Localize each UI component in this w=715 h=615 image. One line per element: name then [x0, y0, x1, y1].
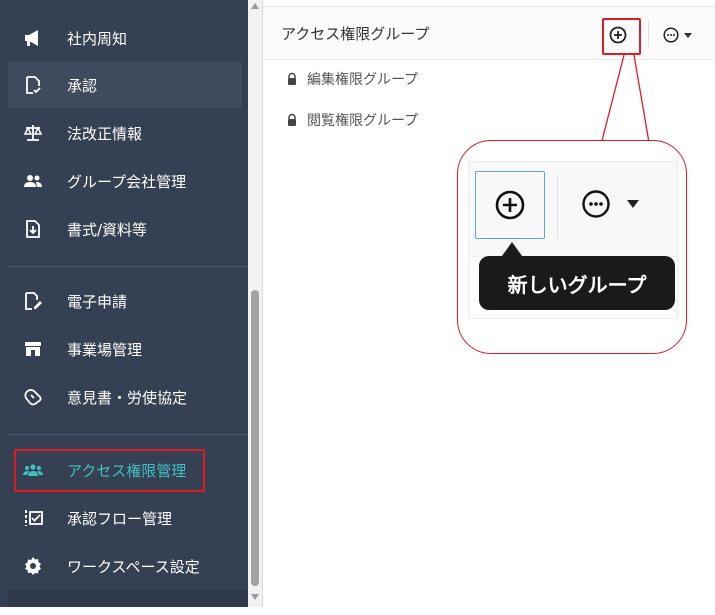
panel-header: アクセス権限グループ: [263, 6, 715, 60]
access-users-icon: [21, 458, 45, 482]
scroll-up-arrow-icon[interactable]: [251, 3, 259, 9]
sidebar-footer: [8, 590, 248, 607]
group-item-label: 編集権限グループ: [307, 72, 419, 88]
plus-circle-icon: [495, 190, 525, 220]
group-item-edit[interactable]: 編集権限グループ: [285, 68, 418, 90]
sidebar-item-workplace[interactable]: 事業場管理: [8, 326, 242, 372]
zoom-add-group-button[interactable]: [475, 171, 545, 239]
sidebar-item-label: 承認フロー管理: [67, 509, 173, 528]
group-item-view[interactable]: 閲覧権限グループ: [285, 109, 418, 131]
more-circle-icon: [663, 27, 679, 43]
sidebar-item-label: 意見書・労使協定: [67, 388, 188, 407]
flow-checklist-icon: [21, 506, 45, 530]
sidebar-item-label: 社内周知: [67, 29, 128, 48]
scrollbar-thumb[interactable]: [251, 290, 259, 586]
sidebar-scrollbar[interactable]: [248, 0, 262, 607]
toolbar-separator: [557, 176, 558, 238]
tooltip-arrow: [502, 242, 522, 256]
sidebar-item-label: 承認: [67, 76, 98, 95]
sidebar-item-access-permissions[interactable]: アクセス権限管理: [8, 447, 242, 493]
sidebar-item-label: ワークスペース設定: [67, 557, 200, 576]
group-users-icon: [21, 169, 45, 193]
sidebar-item-label: 電子申請: [67, 292, 128, 311]
add-group-button[interactable]: [604, 21, 632, 49]
group-item-label: 閲覧権限グループ: [307, 113, 419, 129]
zoom-more-options-button[interactable]: [581, 182, 671, 226]
more-circle-icon: [582, 190, 610, 218]
sidebar-item-label: 法改正情報: [67, 124, 143, 143]
sidebar-item-label: 事業場管理: [67, 340, 143, 359]
sidebar-item-notices[interactable]: 社内周知: [8, 15, 242, 61]
handshake-icon: [21, 385, 45, 409]
toolbar-separator: [648, 21, 649, 47]
scroll-down-arrow-icon[interactable]: [251, 594, 259, 600]
lock-icon: [288, 72, 296, 85]
sidebar-item-workspace-settings[interactable]: ワークスペース設定: [8, 543, 242, 589]
sidebar-divider: [8, 434, 248, 435]
new-group-tooltip: 新しいグループ: [479, 256, 675, 310]
chevron-down-icon: [684, 32, 692, 38]
approval-document-icon: [21, 73, 45, 97]
lock-icon: [288, 113, 296, 126]
sidebar-item-forms[interactable]: 書式/資料等: [8, 206, 242, 252]
sidebar-item-label: 書式/資料等: [67, 220, 148, 239]
more-options-button[interactable]: [663, 21, 711, 49]
megaphone-icon: [21, 26, 45, 50]
page-title: アクセス権限グループ: [281, 25, 430, 43]
zoom-callout: [457, 140, 687, 354]
scales-icon: [21, 121, 45, 145]
sidebar-item-law-revision[interactable]: 法改正情報: [8, 110, 242, 156]
gear-icon: [21, 554, 45, 578]
sidebar-item-e-application[interactable]: 電子申請: [8, 278, 242, 324]
sidebar-item-approval[interactable]: 承認: [8, 62, 242, 108]
sidebar-item-approval-flow[interactable]: 承認フロー管理: [8, 495, 242, 541]
chevron-down-icon: [627, 200, 639, 208]
sidebar-item-group-companies[interactable]: グループ会社管理: [8, 158, 242, 204]
store-icon: [21, 337, 45, 361]
plus-circle-icon: [609, 26, 627, 44]
zoom-toolbar: [468, 161, 678, 257]
sidebar-item-opinion-agreement[interactable]: 意見書・労使協定: [8, 374, 242, 420]
download-file-icon: [21, 217, 45, 241]
sidebar-item-label: アクセス権限管理: [67, 461, 187, 480]
e-application-icon: [21, 289, 45, 313]
sidebar: 社内周知 承認 法改正情報 グループ会社管理 書式/資料等 電子申請 事業場管理…: [0, 0, 248, 607]
sidebar-item-label: グループ会社管理: [67, 172, 187, 191]
sidebar-divider: [8, 266, 248, 267]
